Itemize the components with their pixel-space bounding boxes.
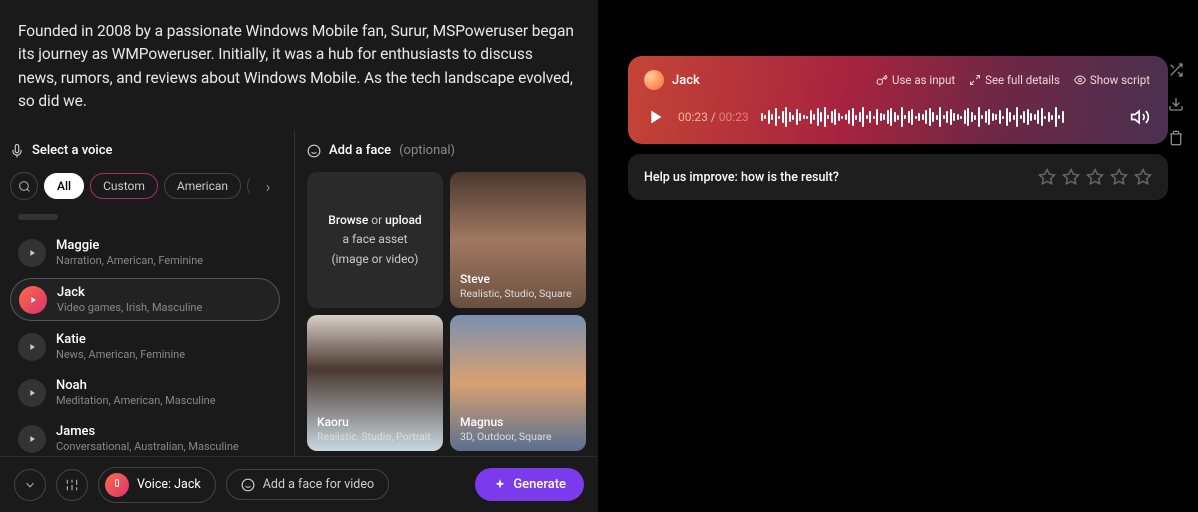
face-card-magnus[interactable]: Magnus3D, Outdoor, Square [450,315,586,451]
chevron-down-icon[interactable] [14,469,46,501]
volume-icon[interactable] [1130,107,1150,127]
face-header-label: Add a face [329,143,391,158]
bottom-bar: Voice: Jack Add a face for video Generat… [0,456,598,512]
filter-row: All Custom American Young Fem › [10,172,280,200]
face-meta: 3D, Outdoor, Square [460,430,552,443]
see-full-details-button[interactable]: See full details [969,73,1060,87]
player-name: Jack [672,73,868,88]
scroll-indicator [18,214,58,220]
voice-pill[interactable]: Voice: Jack [98,467,216,503]
browse-text: Browse [328,213,368,227]
play-icon[interactable] [18,379,46,407]
star-3[interactable] [1086,168,1104,186]
download-icon[interactable] [1166,94,1186,114]
play-icon[interactable] [18,333,46,361]
voice-tags: Narration, American, Feminine [56,254,203,267]
show-script-button[interactable]: Show script [1074,73,1150,87]
star-1[interactable] [1038,168,1056,186]
face-section-header: Add a face (optional) [307,143,586,158]
voice-section-header: Select a voice [10,143,280,158]
voice-header-label: Select a voice [32,143,113,158]
voice-tags: Video games, Irish, Masculine [57,301,202,314]
mic-icon [10,144,24,158]
feedback-text: Help us improve: how is the result? [644,170,839,185]
filter-custom[interactable]: Custom [90,173,158,199]
voice-avatar-icon [105,473,129,497]
voice-item-noah[interactable]: NoahMeditation, American, Masculine [10,372,280,413]
voice-name: Maggie [56,238,203,253]
use-as-input-button[interactable]: Use as input [876,73,955,87]
feedback-card: Help us improve: how is the result? [628,154,1168,200]
face-column: Add a face (optional) Browse or upload a… [295,131,598,512]
face-pill-label: Add a face for video [263,477,374,492]
player-card: Jack Use as input See full details Show … [628,56,1168,144]
voice-item-maggie[interactable]: MaggieNarration, American, Feminine [10,232,280,273]
upload-line2: a face asset [342,230,407,249]
voice-name: Katie [56,332,185,347]
chevron-right-icon[interactable]: › [256,174,280,198]
face-meta: Realistic, Studio, Portrait [317,430,431,443]
face-name: Magnus [460,415,552,429]
star-5[interactable] [1134,168,1152,186]
voice-item-katie[interactable]: KatieNews, American, Feminine [10,326,280,367]
star-2[interactable] [1062,168,1080,186]
voice-name: Noah [56,378,216,393]
star-4[interactable] [1110,168,1128,186]
face-icon [307,144,321,158]
filter-all[interactable]: All [44,173,84,199]
sparkle-icon [493,478,507,492]
face-meta: Realistic, Studio, Square [460,287,572,300]
generate-label: Generate [513,477,566,492]
shuffle-icon[interactable] [1166,60,1186,80]
description-text: Founded in 2008 by a passionate Windows … [0,0,598,131]
voice-item-james[interactable]: JamesConversational, Australian, Masculi… [10,418,280,459]
upload-line3: (image or video) [332,250,419,269]
face-pill[interactable]: Add a face for video [226,469,389,500]
settings-icon[interactable] [56,469,88,501]
filter-young[interactable]: Young [247,173,250,199]
voice-tags: News, American, Feminine [56,348,185,361]
player-avatar [644,70,664,90]
voice-tags: Conversational, Australian, Masculine [56,440,239,453]
play-icon[interactable] [18,425,46,453]
filter-american[interactable]: American [164,173,241,199]
voice-name: Jack [57,285,202,300]
play-button[interactable] [644,106,666,128]
waveform[interactable] [761,104,1118,130]
voice-item-jack[interactable]: JackVideo games, Irish, Masculine [10,278,280,321]
face-card-kaoru[interactable]: KaoruRealistic, Studio, Portrait [307,315,443,451]
voice-column: Select a voice All Custom American Young… [0,131,295,512]
face-icon [241,478,255,492]
face-name: Kaoru [317,415,431,429]
play-icon[interactable] [19,286,47,314]
play-icon[interactable] [18,239,46,267]
time-display: 00:23 / 00:23 [678,110,749,124]
voice-pill-label: Voice: Jack [137,477,201,492]
star-rating [1038,168,1152,186]
generate-button[interactable]: Generate [475,468,584,501]
trash-icon[interactable] [1166,128,1186,148]
upload-face-card[interactable]: Browse or upload a face asset (image or … [307,172,443,308]
search-button[interactable] [10,172,38,200]
voice-name: James [56,424,239,439]
optional-label: (optional) [399,143,455,158]
voice-tags: Meditation, American, Masculine [56,394,216,407]
face-card-steve[interactable]: SteveRealistic, Studio, Square [450,172,586,308]
face-name: Steve [460,272,572,286]
